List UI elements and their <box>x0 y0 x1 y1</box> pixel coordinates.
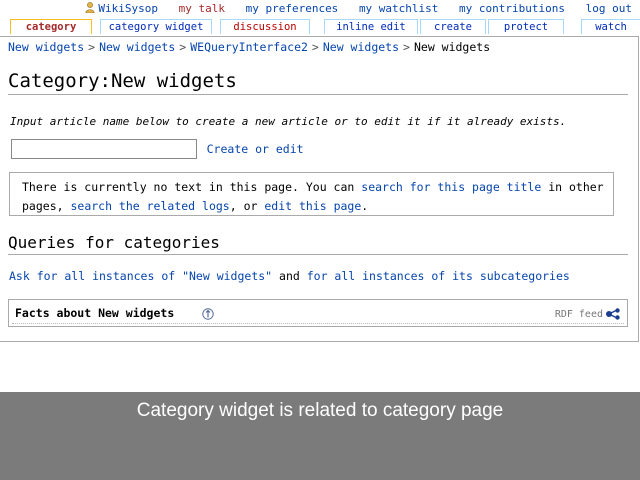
tab-inline-edit[interactable]: inline edit <box>324 19 418 34</box>
rdf-feed-link[interactable]: RDF feed <box>555 308 621 320</box>
no-text-notice: There is currently no text in this page.… <box>9 172 614 216</box>
breadcrumb-item[interactable]: New widgets <box>8 40 84 54</box>
breadcrumb-item[interactable]: New widgets <box>99 40 175 54</box>
breadcrumb-item[interactable]: WEQueryInterface2 <box>190 40 308 54</box>
caption-overlay: Category widget is related to category p… <box>0 392 640 480</box>
tab-protect[interactable]: protect <box>488 19 564 34</box>
factbox-title: Facts about New widgets <box>15 306 175 320</box>
breadcrumb-separator: > <box>179 40 187 54</box>
breadcrumb-separator: > <box>88 40 96 54</box>
breadcrumb-separator: > <box>311 40 319 54</box>
tab-create[interactable]: create <box>420 19 486 34</box>
content-area: New widgets > New widgets > WEQueryInterface… <box>0 36 639 342</box>
tab-category-widget[interactable]: category widget <box>100 19 212 34</box>
ask-instances-link[interactable]: Ask for all instances of "New widgets" <box>9 269 272 283</box>
user-link[interactable]: WikiSysop <box>85 2 164 15</box>
notice-text: , or <box>229 199 265 213</box>
search-page-title-link[interactable]: search for this page title <box>361 180 541 194</box>
my-watchlist-link[interactable]: my watchlist <box>359 2 438 15</box>
browse-icon[interactable] <box>202 308 214 320</box>
notice-text: There is currently no text in this page.… <box>22 180 362 194</box>
rdf-feed-label: RDF feed <box>554 309 603 320</box>
page-title: Category:New widgets <box>8 70 628 95</box>
notice-text: . <box>361 199 369 213</box>
tab-category[interactable]: category <box>10 19 92 34</box>
create-article-form: Create or edit <box>11 139 304 159</box>
log-out-link[interactable]: log out <box>586 2 632 15</box>
user-icon <box>85 2 95 13</box>
search-related-logs-link[interactable]: search the related logs <box>70 199 229 213</box>
ask-subcategories-link[interactable]: for all instances of its subcategories <box>307 269 570 283</box>
breadcrumb-separator: > <box>403 40 410 54</box>
tab-watch[interactable]: watch <box>581 19 640 34</box>
my-contributions-link[interactable]: my contributions <box>459 2 565 15</box>
page-tabs: category category widget discussion inli… <box>10 19 640 35</box>
breadcrumb: New widgets > New widgets > WEQueryInterface… <box>8 40 490 54</box>
tab-discussion[interactable]: discussion <box>220 19 310 34</box>
personal-toolbar: WikiSysop my talk my preferences my watc… <box>85 2 632 15</box>
factbox: Facts about New widgets RDF feed <box>8 299 628 327</box>
factbox-divider <box>12 323 624 324</box>
username-link[interactable]: WikiSysop <box>98 2 158 15</box>
edit-this-page-link[interactable]: edit this page <box>264 199 361 213</box>
create-or-edit-button[interactable]: Create or edit <box>207 142 304 156</box>
rdf-icon <box>606 308 620 320</box>
breadcrumb-current: New widgets <box>413 40 491 54</box>
create-article-instructions: Input article name below to create a new… <box>10 115 567 128</box>
breadcrumb-item[interactable]: New widgets <box>323 40 399 54</box>
queries-heading: Queries for categories <box>8 233 628 255</box>
my-preferences-link[interactable]: my preferences <box>246 2 339 15</box>
ask-conjunction: and <box>272 269 307 283</box>
my-talk-link[interactable]: my talk <box>179 2 225 15</box>
category-queries: Ask for all instances of "New widgets" a… <box>9 269 570 283</box>
article-name-input[interactable] <box>11 139 197 159</box>
caption-text: Category widget is related to category p… <box>136 400 504 421</box>
